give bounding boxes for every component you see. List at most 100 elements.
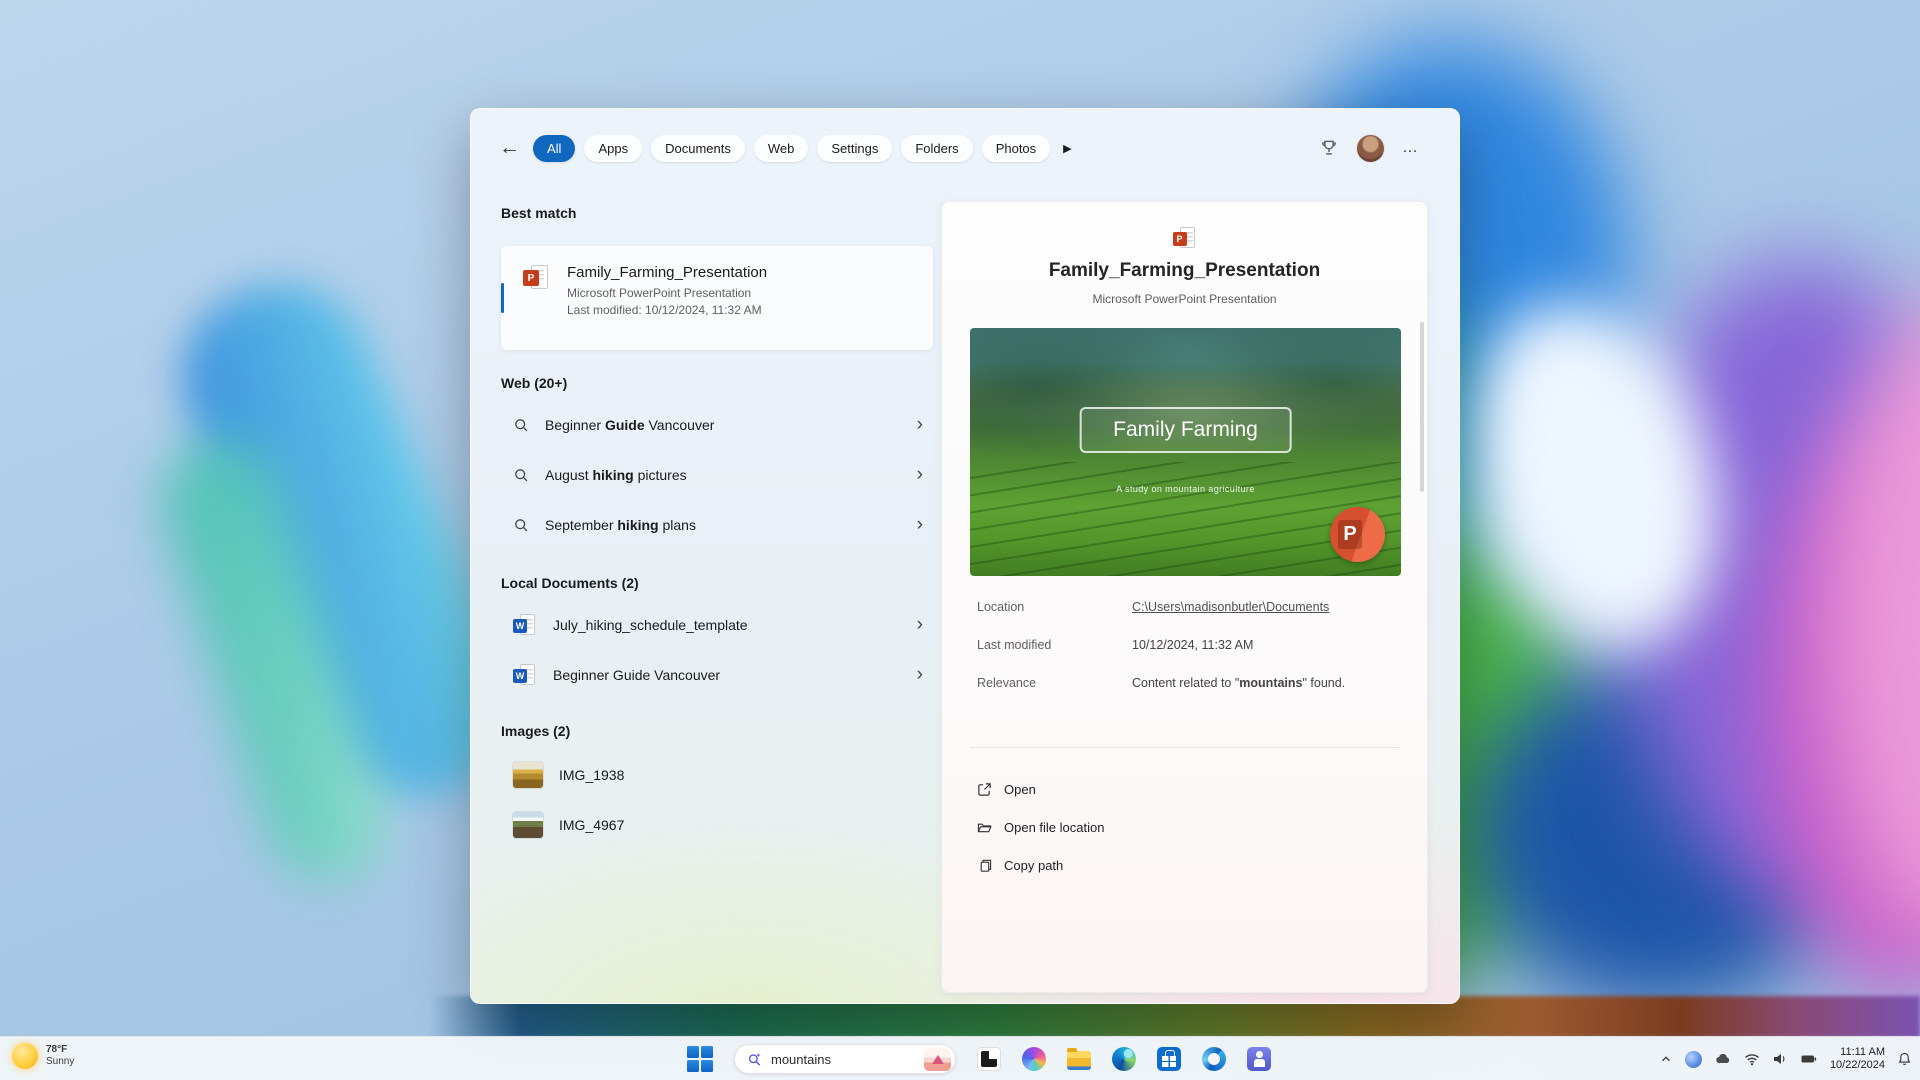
tray-chevron-up-icon[interactable] [1659,1052,1673,1066]
chevron-right-icon[interactable]: › [917,614,923,636]
search-icon [513,467,529,483]
microsoft-store-icon[interactable] [1157,1047,1181,1071]
system-tray: 11:11 AM 10/22/2024 [1659,1037,1912,1080]
back-icon[interactable]: ← [499,136,520,160]
filter-tabs: All Apps Documents Web Settings Folders … [533,135,1072,162]
tray-app-icon[interactable] [1685,1051,1702,1068]
slide-preview[interactable]: Family Farming A study on mountain agric… [970,328,1401,576]
sun-icon [12,1043,38,1069]
detail-row-relevance: Relevance Content related to "mountains"… [977,676,1397,690]
scrollbar[interactable] [1420,322,1424,492]
detail-label: Location [977,600,1024,614]
copy-path-action[interactable]: Copy path [977,852,1063,878]
detail-label: Last modified [977,638,1051,652]
web-suggestion-label: August hiking pictures [545,467,901,483]
desktop: ← All Apps Documents Web Settings Folder… [0,0,1920,1080]
chevron-right-icon[interactable]: › [917,514,923,536]
tab-web[interactable]: Web [754,135,809,162]
taskbar-search-box[interactable]: mountains [734,1044,956,1074]
powerpoint-logo-icon: P [1330,507,1385,562]
user-avatar[interactable] [1357,135,1384,162]
start-button[interactable] [687,1046,713,1072]
battery-icon[interactable] [1800,1051,1818,1067]
action-label: Copy path [1004,858,1063,873]
tab-folders[interactable]: Folders [901,135,972,162]
terminal-icon[interactable] [977,1047,1001,1071]
open-file-location-action[interactable]: Open file location [977,814,1104,840]
tab-all[interactable]: All [533,135,575,162]
chevron-right-icon[interactable]: › [917,664,923,686]
header-actions: … [1319,131,1419,165]
copy-icon [977,858,992,873]
onedrive-cloud-icon[interactable] [1714,1051,1732,1067]
best-match-subtitle: Microsoft PowerPoint Presentation [567,286,767,300]
more-options-icon[interactable]: … [1402,139,1419,157]
detail-row-modified: Last modified 10/12/2024, 11:32 AM [977,638,1397,652]
sync-app-icon[interactable] [1202,1047,1226,1071]
detail-label: Relevance [977,676,1036,690]
detail-value: Content related to "mountains" found. [1132,676,1397,690]
search-icon [513,417,529,433]
web-suggestion-row[interactable]: Beginner Guide Vancouver › [501,403,933,447]
wifi-icon[interactable] [1744,1051,1760,1067]
word-file-icon: W [513,663,537,687]
web-suggestion-label: Beginner Guide Vancouver [545,417,901,433]
weather-widget[interactable]: 78°F Sunny [12,1043,74,1069]
search-highlight-thumbnail [924,1048,951,1071]
image-title: IMG_1938 [559,767,923,783]
tab-photos[interactable]: Photos [982,135,1050,162]
tab-settings[interactable]: Settings [817,135,892,162]
powerpoint-file-icon: P [523,264,551,292]
weather-temp: 78°F [46,1044,74,1056]
document-title: July_hiking_schedule_template [553,617,901,633]
search-icon [513,517,529,533]
chevron-right-icon[interactable]: › [917,414,923,436]
taskbar-clock[interactable]: 11:11 AM 10/22/2024 [1830,1046,1885,1072]
web-suggestion-label: September hiking plans [545,517,901,533]
file-explorer-icon[interactable] [1067,1051,1091,1070]
detail-value: 10/12/2024, 11:32 AM [1132,638,1397,652]
preview-panel: P Family_Farming_Presentation Microsoft … [941,201,1428,993]
volume-icon[interactable] [1772,1051,1788,1067]
folder-icon [977,820,992,835]
image-row[interactable]: IMG_1938 [501,753,933,797]
best-match-title: Family_Farming_Presentation [567,264,767,281]
edge-icon[interactable] [1112,1047,1136,1071]
best-match-item[interactable]: P Family_Farming_Presentation Microsoft … [501,246,933,350]
document-row[interactable]: W July_hiking_schedule_template › [501,603,933,647]
weather-condition: Sunny [46,1056,74,1068]
teams-icon[interactable] [1247,1047,1271,1071]
tab-overflow-icon[interactable]: ▶ [1063,142,1071,155]
action-label: Open file location [1004,820,1104,835]
copilot-icon[interactable] [1022,1047,1046,1071]
word-file-icon: W [513,613,537,637]
image-row[interactable]: IMG_4967 [501,803,933,847]
preview-subtitle: Microsoft PowerPoint Presentation [942,292,1427,306]
image-title: IMG_4967 [559,817,923,833]
web-suggestion-row[interactable]: September hiking plans › [501,503,933,547]
notification-bell-icon[interactable] [1897,1051,1912,1067]
taskbar: 78°F Sunny mountains [0,1036,1920,1080]
powerpoint-file-icon: P [1173,226,1197,250]
best-match-header: Best match [501,205,576,221]
open-action[interactable]: Open [977,776,1036,802]
images-section-header: Images (2) [501,723,570,739]
rewards-icon[interactable] [1319,138,1339,158]
tab-documents[interactable]: Documents [651,135,745,162]
search-sparkle-icon [747,1052,762,1067]
image-thumbnail [513,762,543,788]
slide-title: Family Farming [1079,407,1292,453]
search-filter-bar: ← All Apps Documents Web Settings Folder… [471,131,1459,165]
image-thumbnail [513,812,543,838]
divider [970,747,1399,748]
tab-apps[interactable]: Apps [584,135,642,162]
documents-section-header: Local Documents (2) [501,575,639,591]
open-icon [977,782,992,797]
clock-date: 10/22/2024 [1830,1059,1885,1072]
taskbar-center: mountains [687,1044,1271,1074]
document-row[interactable]: W Beginner Guide Vancouver › [501,653,933,697]
chevron-right-icon[interactable]: › [917,464,923,486]
location-link[interactable]: C:\Users\madisonbutler\Documents [1132,600,1397,614]
detail-row-location: Location C:\Users\madisonbutler\Document… [977,600,1397,614]
web-suggestion-row[interactable]: August hiking pictures › [501,453,933,497]
